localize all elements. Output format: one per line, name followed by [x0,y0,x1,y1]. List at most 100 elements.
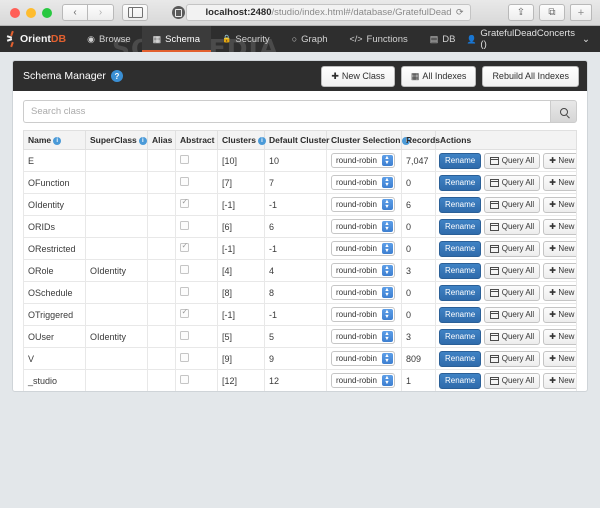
toggle-sidebar-button[interactable] [122,4,148,21]
rename-button[interactable]: Rename [439,196,482,213]
abstract-checkbox[interactable] [180,265,189,274]
cluster-selection-select[interactable]: round-robin ▲ ▼ [331,351,395,366]
query-all-button[interactable]: Query All [484,350,541,367]
new-record-button[interactable]: ✚New Record [543,174,576,191]
info-icon[interactable]: i [138,136,147,145]
new-record-button[interactable]: ✚New Record [543,262,576,279]
new-record-button[interactable]: ✚New Record [543,328,576,345]
cluster-selection-select[interactable]: round-robin ▲ ▼ [331,175,395,190]
new-record-button[interactable]: ✚New Record [543,350,576,367]
query-all-button[interactable]: Query All [484,372,541,389]
nav-item-functions[interactable]: </> Functions [339,26,419,52]
rename-button[interactable]: Rename [439,174,482,191]
query-all-button[interactable]: Query All [484,196,541,213]
stepper-icon[interactable]: ▲ ▼ [381,177,393,188]
stepper-icon[interactable]: ▲ ▼ [381,309,393,320]
forward-button[interactable]: › [88,4,114,21]
column-header-alias[interactable]: Alias [147,130,176,150]
column-header-abstract[interactable]: Abstract [175,130,218,150]
abstract-checkbox[interactable] [180,287,189,296]
cluster-selection-select[interactable]: round-robin ▲ ▼ [331,263,395,278]
column-header-records[interactable]: Records [401,130,440,150]
stepper-icon[interactable]: ▲ ▼ [381,331,393,342]
rename-button[interactable]: Rename [439,372,482,389]
nav-item-db[interactable]: ▤ DB [419,26,467,52]
cluster-selection-select[interactable]: round-robin ▲ ▼ [331,241,395,256]
stepper-icon[interactable]: ▲ ▼ [381,199,393,210]
stepper-icon[interactable]: ▲ ▼ [381,353,393,364]
nav-item-browse[interactable]: ◉ Browse [76,26,142,52]
info-icon[interactable]: i [258,136,267,145]
new-record-button[interactable]: ✚New Record [543,196,576,213]
stepper-icon[interactable]: ▲ ▼ [381,155,393,166]
query-all-button[interactable]: Query All [484,306,541,323]
stepper-icon[interactable]: ▲ ▼ [381,221,393,232]
new-record-button[interactable]: ✚New Record [543,218,576,235]
column-header-clusters[interactable]: Clusters i [217,130,267,150]
query-all-button[interactable]: Query All [484,174,541,191]
cluster-selection-select[interactable]: round-robin ▲ ▼ [331,373,395,388]
nav-item-graph[interactable]: ○ Graph [281,26,339,52]
abstract-checkbox[interactable] [180,353,189,362]
maximize-window-button[interactable] [42,7,52,18]
cluster-selection-select[interactable]: round-robin ▲ ▼ [331,153,395,168]
new-record-button[interactable]: ✚New Record [543,152,576,169]
rename-button[interactable]: Rename [439,218,482,235]
nav-item-schema[interactable]: ▦ Schema [141,26,212,52]
cluster-selection-select[interactable]: round-robin ▲ ▼ [331,219,395,234]
column-header-default-cluster[interactable]: Default Cluster [264,130,329,150]
share-button[interactable]: ⇪ [508,4,534,21]
cluster-selection-select[interactable]: round-robin ▲ ▼ [331,307,395,322]
abstract-checkbox[interactable] [180,331,189,340]
abstract-checkbox[interactable] [180,242,189,252]
nav-item-security[interactable]: 🔒 Security [211,26,281,52]
query-all-button[interactable]: Query All [484,240,541,257]
abstract-checkbox[interactable] [180,375,189,384]
rename-button[interactable]: Rename [439,284,482,301]
new-class-button[interactable]: ✚ New Class [321,65,395,87]
rename-button[interactable]: Rename [439,350,482,367]
new-record-button[interactable]: ✚New Record [543,306,576,323]
new-record-button[interactable]: ✚New Record [543,240,576,257]
info-icon[interactable]: i [53,136,62,145]
rename-button[interactable]: Rename [439,306,482,323]
minimize-window-button[interactable] [26,7,36,18]
rename-button[interactable]: Rename [439,240,482,257]
orientdb-logo[interactable]: Orient DB [0,26,76,52]
abstract-checkbox[interactable] [180,177,189,186]
new-tab-button[interactable]: + [570,4,592,21]
abstract-checkbox[interactable] [180,308,189,318]
stepper-icon[interactable]: ▲ ▼ [381,265,393,276]
query-all-button[interactable]: Query All [484,152,541,169]
all-indexes-button[interactable]: ▦ All Indexes [400,65,477,87]
reload-icon[interactable]: ⟳ [456,7,464,18]
column-header-superclass[interactable]: SuperClass i [85,130,148,150]
column-header-name[interactable]: Name i [23,130,86,150]
search-button[interactable] [550,100,577,123]
abstract-checkbox[interactable] [180,221,189,230]
help-icon[interactable]: ? [110,70,123,83]
back-button[interactable]: ‹ [62,4,88,21]
rebuild-all-indexes-button[interactable]: Rebuild All Indexes [482,65,579,87]
abstract-checkbox[interactable] [180,155,189,164]
abstract-checkbox[interactable] [180,198,189,208]
close-window-button[interactable] [10,7,20,18]
query-all-button[interactable]: Query All [484,262,541,279]
query-all-button[interactable]: Query All [484,218,541,235]
query-all-button[interactable]: Query All [484,284,541,301]
stepper-icon[interactable]: ▲ ▼ [381,243,393,254]
new-record-button[interactable]: ✚New Record [543,284,576,301]
cluster-selection-select[interactable]: round-robin ▲ ▼ [331,329,395,344]
column-header-cluster-selection[interactable]: Cluster Selectioni [326,130,411,150]
rename-button[interactable]: Rename [439,328,482,345]
cluster-selection-select[interactable]: round-robin ▲ ▼ [331,197,395,212]
stepper-icon[interactable]: ▲ ▼ [381,287,393,298]
search-input[interactable] [23,100,550,123]
query-all-button[interactable]: Query All [484,328,541,345]
rename-button[interactable]: Rename [439,262,482,279]
rename-button[interactable]: Rename [439,152,482,169]
address-bar[interactable]: localhost:2480/studio/index.html#/databa… [185,4,471,21]
show-tabs-button[interactable]: ⧉ [539,4,565,21]
stepper-icon[interactable]: ▲ ▼ [381,375,393,386]
cluster-selection-select[interactable]: round-robin ▲ ▼ [331,285,395,300]
